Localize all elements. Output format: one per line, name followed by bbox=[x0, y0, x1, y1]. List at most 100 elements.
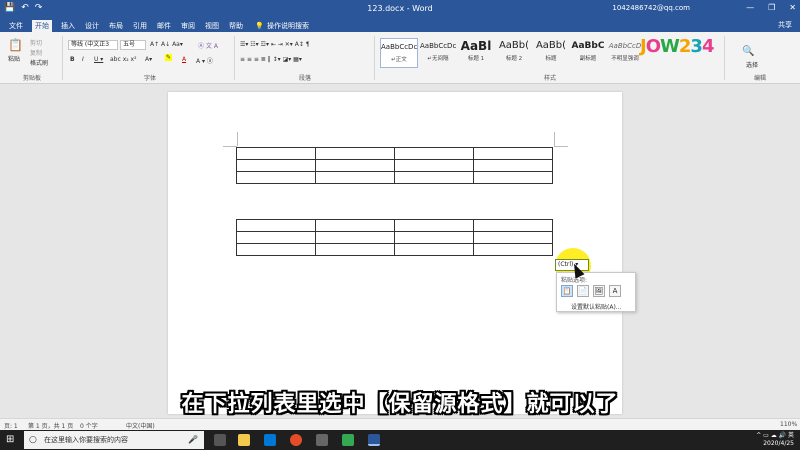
style-subtle-emphasis[interactable]: AaBbCcD 不明显强调 bbox=[606, 38, 644, 68]
bullets-icon[interactable]: ☰▾ ☷▾ ☲▾ ⇤ ⇥ ✕▾ A↕ ¶ bbox=[240, 41, 310, 48]
style-title[interactable]: AaBb( 标题 bbox=[534, 38, 568, 68]
tab-view[interactable]: 视图 bbox=[202, 20, 222, 32]
style-name: 副标题 bbox=[579, 56, 597, 62]
table-cell[interactable] bbox=[236, 231, 316, 244]
taskbar-search-box[interactable]: ○ 在这里输入你要搜索的内容 🎤 bbox=[24, 431, 204, 449]
font-size-select[interactable]: 五号 bbox=[120, 40, 146, 50]
align-left-icon[interactable]: ≡ ≡ ≡ ≣ ‖ ↕▾ ◪▾ ▦▾ bbox=[240, 56, 302, 63]
status-language[interactable]: 中文(中国) bbox=[126, 421, 155, 430]
table-cell[interactable] bbox=[315, 171, 395, 184]
style-heading-1[interactable]: AaBl 标题 1 bbox=[458, 38, 494, 68]
table-cell[interactable] bbox=[236, 159, 316, 172]
table-cell[interactable] bbox=[473, 243, 553, 256]
tab-review[interactable]: 审阅 bbox=[178, 20, 198, 32]
file-explorer-icon[interactable] bbox=[238, 434, 250, 446]
tab-mailings[interactable]: 邮件 bbox=[154, 20, 174, 32]
table-cell[interactable] bbox=[236, 171, 316, 184]
char-shading-icon[interactable]: A ▾ ⓐ bbox=[196, 56, 213, 65]
style-preview: AaBbC bbox=[571, 41, 605, 51]
table-cell[interactable] bbox=[315, 243, 395, 256]
select-button[interactable]: 选择 bbox=[746, 60, 758, 69]
restore-button[interactable]: ❐ bbox=[768, 3, 775, 12]
table-2[interactable] bbox=[236, 219, 553, 256]
account-name[interactable]: 1042486742@qq.com bbox=[612, 4, 690, 12]
style-name: 标题 1 bbox=[467, 56, 485, 62]
style-preview: AaBbCcD bbox=[608, 42, 642, 50]
tab-insert[interactable]: 插入 bbox=[58, 20, 78, 32]
format-painter-button[interactable]: 格式刷 bbox=[30, 58, 48, 67]
document-page[interactable] bbox=[168, 92, 622, 414]
paste-icon[interactable]: 📋 bbox=[8, 38, 23, 52]
table-cell[interactable] bbox=[315, 147, 395, 160]
keep-text-only-icon[interactable]: A bbox=[609, 285, 621, 297]
text-effects-icon[interactable]: A▾ bbox=[145, 56, 152, 63]
paragraph-group-label: 段落 bbox=[298, 75, 311, 82]
paste-picture-icon[interactable]: 🖼 bbox=[593, 285, 605, 297]
find-icon[interactable]: 🔍 bbox=[742, 46, 754, 57]
table-cell[interactable] bbox=[473, 231, 553, 244]
store-icon[interactable] bbox=[316, 434, 328, 446]
italic-button[interactable]: I bbox=[82, 56, 84, 63]
merge-formatting-icon[interactable]: 📄 bbox=[577, 285, 589, 297]
status-page-count[interactable]: 第 1 页，共 1 页 bbox=[28, 421, 73, 430]
tab-help[interactable]: 帮助 bbox=[226, 20, 246, 32]
table-cell[interactable] bbox=[394, 147, 474, 160]
table-cell[interactable] bbox=[473, 171, 553, 184]
task-view-icon[interactable] bbox=[214, 434, 226, 446]
title-bar: 💾 ↶ ↷ 123.docx - Word 1042486742@qq.com … bbox=[0, 0, 800, 18]
style-normal[interactable]: AaBbCcDc ↵正文 bbox=[380, 38, 418, 68]
table-cell[interactable] bbox=[473, 147, 553, 160]
highlight-icon[interactable]: ✎ bbox=[165, 54, 173, 61]
table-cell[interactable] bbox=[394, 231, 474, 244]
font-name-select[interactable]: 等线 (中文正3 bbox=[68, 40, 118, 50]
minimize-button[interactable]: — bbox=[746, 3, 754, 12]
tell-me-search[interactable]: 操作说明搜索 bbox=[264, 20, 312, 32]
table-cell[interactable] bbox=[394, 171, 474, 184]
share-button[interactable]: 共享 bbox=[778, 20, 792, 30]
status-word-count[interactable]: 0 个字 bbox=[80, 421, 98, 430]
table-row bbox=[236, 231, 553, 244]
tab-layout[interactable]: 布局 bbox=[106, 20, 126, 32]
copy-button[interactable]: 复制 bbox=[30, 48, 42, 57]
microphone-icon[interactable]: 🎤 bbox=[188, 431, 198, 449]
set-default-paste-link[interactable]: 设置默认粘贴(A)... bbox=[571, 302, 622, 311]
table-cell[interactable] bbox=[315, 219, 395, 232]
table-cell[interactable] bbox=[394, 219, 474, 232]
table-cell[interactable] bbox=[315, 159, 395, 172]
strikethrough-button[interactable]: abc x₂ x² bbox=[110, 56, 137, 63]
tab-home[interactable]: 开始 bbox=[32, 20, 52, 32]
table-cell[interactable] bbox=[236, 243, 316, 256]
paste-button[interactable]: 粘贴 bbox=[8, 54, 20, 63]
tab-file[interactable]: 文件 bbox=[6, 20, 26, 32]
system-tray[interactable]: ^ ▭ ☁ 🔊 英 2020/4/25 bbox=[756, 432, 794, 448]
mail-icon[interactable] bbox=[264, 434, 276, 446]
windows-start-icon[interactable]: ⊞ bbox=[6, 434, 14, 445]
media-player-icon[interactable] bbox=[342, 434, 354, 446]
table-cell[interactable] bbox=[236, 147, 316, 160]
cut-button[interactable]: 剪切 bbox=[30, 38, 42, 47]
word-app-icon[interactable] bbox=[368, 434, 380, 446]
keep-source-formatting-icon[interactable]: 📋 bbox=[561, 285, 573, 297]
table-cell[interactable] bbox=[473, 159, 553, 172]
tab-references[interactable]: 引用 bbox=[130, 20, 150, 32]
style-heading-2[interactable]: AaBb( 标题 2 bbox=[496, 38, 532, 68]
status-zoom[interactable]: 110% bbox=[780, 421, 797, 428]
table-cell[interactable] bbox=[315, 231, 395, 244]
table-cell[interactable] bbox=[394, 159, 474, 172]
tab-design[interactable]: 设计 bbox=[82, 20, 102, 32]
font-color-icon[interactable]: A bbox=[182, 56, 186, 63]
bold-button[interactable]: B bbox=[70, 56, 75, 63]
table-1[interactable] bbox=[236, 147, 553, 184]
underline-button[interactable]: U ▾ bbox=[94, 56, 103, 63]
grow-font-icon[interactable]: A↑ A↓ Aa▾ bbox=[150, 41, 183, 48]
table-cell[interactable] bbox=[394, 243, 474, 256]
style-preview: AaBb( bbox=[498, 40, 530, 51]
chrome-icon[interactable] bbox=[290, 434, 302, 446]
table-cell[interactable] bbox=[473, 219, 553, 232]
style-no-spacing[interactable]: AaBbCcDc ↵无间隔 bbox=[420, 38, 456, 68]
video-subtitle: 在下拉列表里选中【保留源格式】就可以了 bbox=[181, 392, 619, 417]
style-subtitle[interactable]: AaBbC 副标题 bbox=[570, 38, 606, 68]
clear-format-icon[interactable]: Ⓐ 文 A bbox=[198, 41, 218, 50]
table-cell[interactable] bbox=[236, 219, 316, 232]
close-button[interactable]: ✕ bbox=[789, 3, 796, 12]
